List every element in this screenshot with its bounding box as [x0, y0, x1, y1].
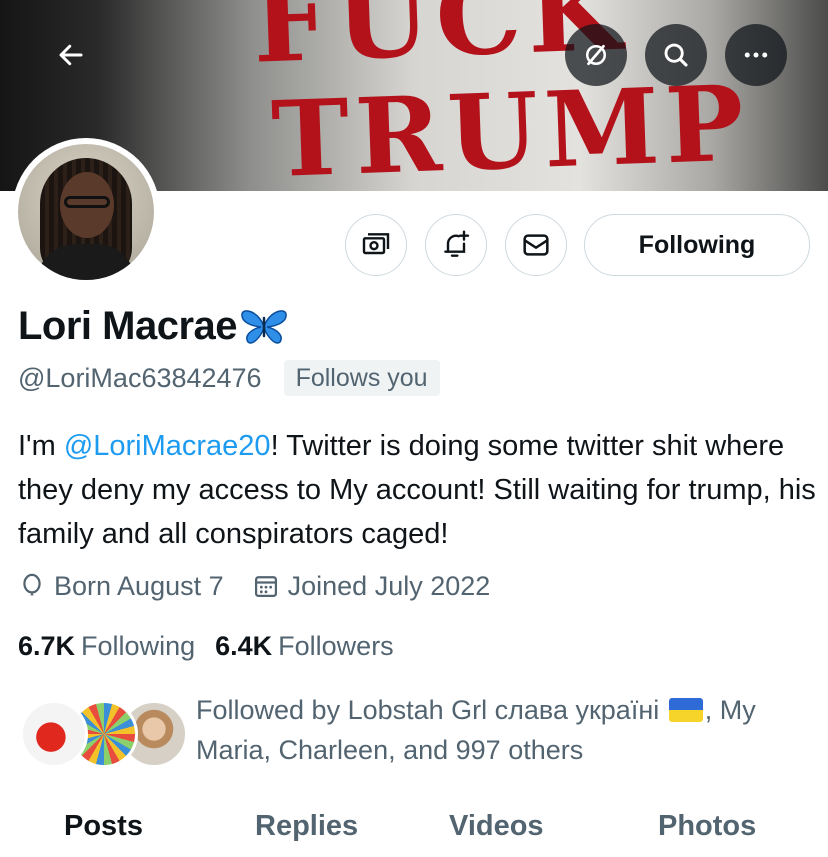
followers-label: Followers: [278, 631, 394, 661]
following-label: Following: [81, 631, 196, 661]
back-button[interactable]: [40, 24, 102, 86]
following-stat[interactable]: 6.7K Following: [18, 626, 195, 666]
tab-videos[interactable]: Videos: [449, 796, 544, 856]
notifications-button[interactable]: [425, 214, 487, 276]
tab-replies[interactable]: Replies: [255, 796, 358, 856]
user-handle: @LoriMac63842476: [18, 363, 262, 393]
translate-off-icon: [586, 44, 606, 66]
envelope-icon: [523, 234, 549, 256]
follower-avatar: [20, 700, 88, 768]
butterfly-emoji-icon: [241, 310, 287, 344]
banner-text-line2: TRUMP: [269, 61, 752, 191]
translate-off-button[interactable]: [565, 24, 627, 86]
search-icon: [664, 43, 688, 67]
bio: I'm @LoriMacrae20! Twitter is doing some…: [18, 424, 818, 556]
profile-tabs: Posts Replies Videos Photos: [0, 796, 828, 857]
money-icon: [362, 233, 390, 255]
tab-photos[interactable]: Photos: [658, 796, 756, 856]
followed-by-prefix: Followed by Lobstah Grl слава україні: [196, 695, 660, 725]
joined-text: Joined July 2022: [287, 571, 491, 601]
followed-by-text[interactable]: Followed by Lobstah Grl слава україні , …: [196, 690, 806, 770]
tab-posts[interactable]: Posts: [64, 796, 143, 856]
arrow-left-icon: [59, 44, 83, 66]
avatar-photo: [18, 144, 154, 280]
join-date: Joined July 2022: [252, 566, 491, 606]
more-icon: [744, 52, 768, 58]
bio-mention-link[interactable]: @LoriMacrae20: [64, 430, 271, 462]
search-button[interactable]: [645, 24, 707, 86]
display-name: Lori Macrae: [18, 304, 238, 348]
followed-by-avatars[interactable]: [20, 700, 188, 770]
balloon-icon: [23, 573, 41, 596]
follow-stats: 6.7K Following 6.4K Followers: [18, 626, 394, 666]
calendar-icon: [254, 576, 277, 598]
birthday: Born August 7: [18, 566, 224, 606]
message-button[interactable]: [505, 214, 567, 276]
more-button[interactable]: [725, 24, 787, 86]
birthday-text: Born August 7: [54, 571, 224, 601]
profile-meta: Born August 7 Joined July 2022: [18, 566, 490, 606]
followers-count: 6.4K: [215, 631, 273, 661]
following-count: 6.7K: [18, 631, 76, 661]
tip-button[interactable]: [345, 214, 407, 276]
following-button[interactable]: Following: [584, 214, 810, 276]
follows-you-badge: Follows you: [283, 360, 440, 396]
name-row: Lori Macrae: [18, 300, 289, 352]
followers-stat[interactable]: 6.4K Followers: [215, 626, 394, 666]
handle-row: @LoriMac63842476 Follows you: [18, 358, 440, 398]
banner-graphic-text: FUCK TRUMP: [196, 0, 804, 191]
ukraine-flag-icon: [668, 698, 703, 722]
bell-plus-icon: [444, 230, 470, 257]
bio-prefix: I'm: [18, 430, 64, 462]
profile-avatar[interactable]: [12, 138, 160, 286]
